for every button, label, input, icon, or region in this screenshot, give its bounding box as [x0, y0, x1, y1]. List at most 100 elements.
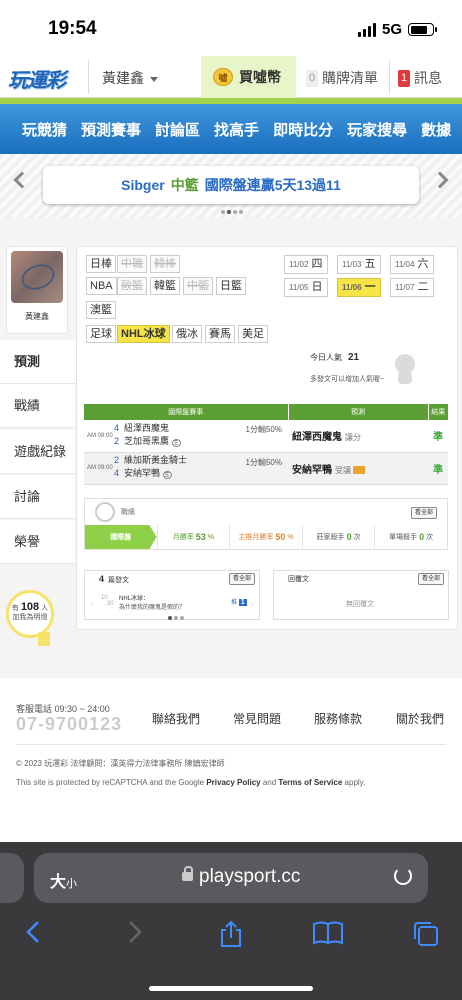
profile-card: 黃建鑫	[6, 246, 68, 334]
status-time: 19:54	[48, 18, 97, 39]
record-title: 戰績	[121, 509, 135, 516]
date-tab[interactable]: 11/05 日	[284, 278, 328, 297]
profile-name: 黃建鑫	[25, 312, 49, 321]
side-tab-discussion[interactable]: 討論	[0, 475, 75, 519]
back-icon[interactable]	[24, 920, 44, 944]
result-badge: 準	[428, 452, 448, 485]
side-tab-game-log[interactable]: 遊戲紀錄	[0, 430, 75, 474]
side-tab-record[interactable]: 戰績	[0, 384, 75, 428]
league-tag[interactable]: 日籃	[216, 277, 246, 295]
bookmarks-icon[interactable]	[312, 920, 344, 946]
nav-item-forum[interactable]: 討論區	[155, 119, 200, 140]
site-logo[interactable]: 玩運彩	[8, 64, 66, 93]
fans-label: 加我為明燈	[12, 614, 48, 622]
nav-item-play[interactable]: 玩競猜	[22, 119, 67, 140]
stat-type[interactable]: 國際盤	[85, 525, 157, 549]
replies-view-all-button[interactable]: 看全部	[417, 573, 444, 585]
date-tab-selected[interactable]: 11/06 一	[337, 278, 381, 297]
record-stats: 國際盤 月勝率 53% 主推月勝率 50% 莊家殺手 0 次 單場殺手 0 次	[85, 525, 447, 549]
league-tag[interactable]: 美足	[238, 325, 268, 343]
league-tag[interactable]: 韓棒	[150, 255, 180, 273]
previous-tab[interactable]	[0, 853, 24, 903]
league-tag[interactable]: 韓籃	[150, 277, 180, 295]
date-tab[interactable]: 11/02 四	[284, 255, 328, 274]
avatar[interactable]	[11, 251, 63, 303]
status-icons: 5G	[357, 21, 437, 38]
league-tag[interactable]: NBA	[86, 277, 117, 295]
date-tab[interactable]: 11/07 二	[390, 278, 434, 297]
status-bar: 19:54 5G	[0, 0, 462, 56]
address-bar[interactable]: 大小 playsport.cc	[34, 853, 428, 903]
buy-coins-button[interactable]: 噓 買噓幣	[201, 56, 296, 98]
terms-link[interactable]: Terms of Service	[278, 778, 342, 787]
league-tag[interactable]: 賽馬	[205, 325, 235, 343]
posts-view-all-button[interactable]: 看全部	[228, 573, 255, 585]
home-badge: 主	[171, 438, 181, 447]
table-row[interactable]: AM 08:00 4 紐澤西魔鬼 2 芝加哥黑鷹 主 1分輸50% 紐澤西魔鬼 讓分 …	[84, 420, 448, 453]
chevron-left-icon[interactable]: ‹	[91, 599, 94, 608]
chevron-right-icon[interactable]: ›	[251, 599, 254, 608]
messages-link[interactable]: 1 訊息	[398, 68, 442, 88]
home-badge: 主	[162, 471, 172, 479]
banner-text: 國際盤連贏5天13過11	[204, 177, 341, 193]
tabs-icon[interactable]	[412, 920, 440, 948]
league-tag[interactable]: 俄冰	[172, 325, 202, 343]
url-text: playsport.cc	[182, 866, 300, 888]
league-tag[interactable]: 澳籃	[86, 301, 116, 319]
table-row[interactable]: AM 09:00 2 維加斯黃金騎士 4 安納罕鴨 主 1分輸50% 安納罕鴨 受讓 …	[84, 452, 448, 485]
footer-link-about[interactable]: 關於我們	[396, 710, 444, 727]
text-size-button[interactable]: 大小	[50, 868, 77, 892]
chevron-left-icon[interactable]	[13, 171, 31, 189]
user-menu[interactable]: 黃建鑫	[102, 68, 158, 88]
nav-item-live-scores[interactable]: 即時比分	[273, 119, 333, 140]
banner-tag: 中籃	[170, 177, 199, 193]
footer-link-terms[interactable]: 服務條款	[314, 710, 362, 727]
side-tab-predict[interactable]: 預測	[0, 340, 80, 384]
stat-month-win-rate: 月勝率 53%	[156, 525, 230, 549]
nav-item-experts[interactable]: 找高手	[214, 119, 259, 140]
service-phone[interactable]: 07-9700123	[16, 714, 122, 735]
nav-item-player-search[interactable]: 玩家搜尋	[347, 119, 407, 140]
date-tab[interactable]: 11/03 五	[337, 255, 381, 274]
footer-link-contact[interactable]: 聯絡我們	[152, 710, 200, 727]
nav-item-data[interactable]: 數據	[421, 119, 451, 140]
coin-icon: 噓	[213, 68, 233, 86]
user-name: 黃建鑫	[102, 70, 144, 86]
footer-link-faq[interactable]: 常見問題	[233, 710, 281, 727]
banner-slide[interactable]: Sibger 中籃 國際盤連贏5天13過11	[43, 166, 419, 204]
match-odds: 1分輸50%	[218, 452, 288, 485]
forward-icon[interactable]	[124, 920, 144, 944]
record-view-all-button[interactable]: 看全部	[410, 507, 437, 519]
cart-label: 購牌清單	[322, 70, 378, 86]
home-indicator	[149, 986, 313, 991]
replies-empty: 無回覆文	[346, 601, 374, 608]
column-header-result: 結果	[428, 404, 448, 420]
league-tag[interactable]: 足球	[86, 325, 116, 343]
side-tab-honor[interactable]: 榮譽	[0, 520, 75, 564]
table-header-row: 國際盤賽事 預測 結果	[84, 404, 448, 420]
date-tab[interactable]: 11/04 六	[390, 255, 434, 274]
reload-icon[interactable]	[394, 867, 412, 885]
league-tag-selected[interactable]: NHL冰球	[117, 325, 170, 343]
post-item[interactable]: NHL冰球： 為什麼我的魔鬼是假的？	[119, 593, 185, 611]
league-tag[interactable]: 日棒	[86, 255, 116, 273]
share-icon[interactable]	[218, 920, 244, 948]
posts-title: 4 篇發文	[99, 574, 130, 584]
fans-bulb[interactable]: 有 108 人 加我為明燈	[6, 590, 54, 638]
stat-single-killer: 單場殺手 0 次	[374, 525, 447, 549]
league-tag[interactable]: 中職	[117, 255, 147, 273]
banner-carousel: Sibger 中籃 國際盤連贏5天13過11	[0, 154, 462, 218]
privacy-link[interactable]: Privacy Policy	[206, 778, 260, 787]
league-tag[interactable]: 中籃	[183, 277, 213, 295]
chevron-right-icon[interactable]	[431, 171, 449, 189]
replies-title: 回覆文	[288, 576, 309, 583]
messages-label: 訊息	[414, 70, 442, 86]
league-tag[interactable]: 歐籃	[117, 277, 147, 295]
posts-dots	[168, 616, 184, 620]
network-type: 5G	[381, 21, 402, 38]
cart-link[interactable]: 0 購牌清單	[306, 68, 378, 88]
cart-count-badge: 0	[306, 69, 318, 87]
browser-toolbar: 大小 playsport.cc	[0, 842, 462, 1000]
record-summary: 戰績 看全部 國際盤 月勝率 53% 主推月勝率 50% 莊家殺手 0 次 單場殺手 0 次	[84, 498, 448, 550]
nav-item-predict[interactable]: 預測賽事	[81, 119, 141, 140]
